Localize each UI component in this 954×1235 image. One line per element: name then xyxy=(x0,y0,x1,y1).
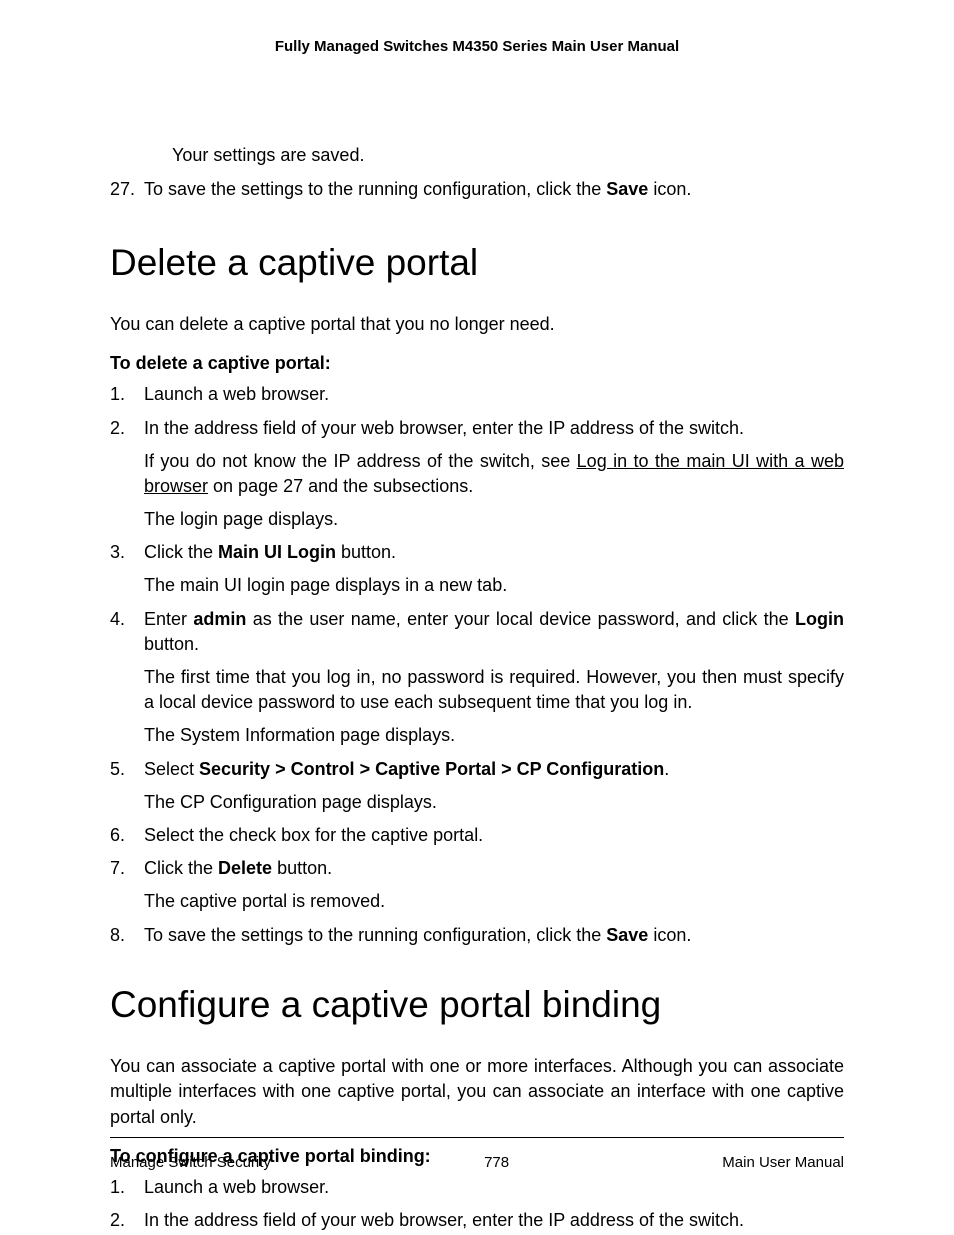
text: icon. xyxy=(648,925,691,945)
text: To save the settings to the running conf… xyxy=(144,925,606,945)
text: on page 27 and the subsections. xyxy=(208,476,473,496)
step-subtext: The CP Configuration page displays. xyxy=(144,790,844,815)
text: If you do not know the IP address of the… xyxy=(144,451,577,471)
step: In the address field of your web browser… xyxy=(110,1208,844,1233)
step-subtext: The System Information page displays. xyxy=(144,723,844,748)
login-bold: Login xyxy=(795,609,844,629)
section1-steps: Launch a web browser. In the address fie… xyxy=(110,382,844,947)
step-subtext: The captive portal is removed. xyxy=(144,889,844,914)
step-number: 27. xyxy=(110,177,144,201)
footer-right: Main User Manual xyxy=(722,1154,844,1171)
page-header-title: Fully Managed Switches M4350 Series Main… xyxy=(110,38,844,55)
section1-intro: You can delete a captive portal that you… xyxy=(110,312,844,337)
step: Launch a web browser. xyxy=(110,382,844,407)
section-heading-configure: Configure a captive portal binding xyxy=(110,984,844,1027)
text: button. xyxy=(144,634,199,654)
text: icon. xyxy=(648,179,691,199)
step-text: Select the check box for the captive por… xyxy=(144,825,483,845)
text: button. xyxy=(336,542,396,562)
text: Click the xyxy=(144,858,218,878)
delete-bold: Delete xyxy=(218,858,272,878)
carryover-step-27: 27. To save the settings to the running … xyxy=(110,177,844,201)
section2-steps: Launch a web browser. In the address fie… xyxy=(110,1175,844,1233)
text: Select xyxy=(144,759,199,779)
step-text: Launch a web browser. xyxy=(144,1177,329,1197)
section2-intro: You can associate a captive portal with … xyxy=(110,1054,844,1130)
admin-bold: admin xyxy=(193,609,246,629)
main-ui-login-bold: Main UI Login xyxy=(218,542,336,562)
page-footer: Manage Switch Security 778 Main User Man… xyxy=(110,1137,844,1171)
step: Click the Main UI Login button. The main… xyxy=(110,540,844,598)
text: Click the xyxy=(144,542,218,562)
step: Click the Delete button. The captive por… xyxy=(110,856,844,914)
step-text: Launch a web browser. xyxy=(144,384,329,404)
step: To save the settings to the running conf… xyxy=(110,923,844,948)
step-text: In the address field of your web browser… xyxy=(144,418,744,438)
text: button. xyxy=(272,858,332,878)
carryover-saved-text: Your settings are saved. xyxy=(172,143,844,167)
text: To save the settings to the running conf… xyxy=(144,179,606,199)
step: Select Security > Control > Captive Port… xyxy=(110,757,844,815)
text: as the user name, enter your local devic… xyxy=(246,609,795,629)
step-subtext: If you do not know the IP address of the… xyxy=(144,449,844,499)
step: Launch a web browser. xyxy=(110,1175,844,1200)
footer-row: Manage Switch Security 778 Main User Man… xyxy=(110,1154,844,1171)
footer-rule xyxy=(110,1137,844,1138)
step: In the address field of your web browser… xyxy=(110,416,844,533)
save-bold: Save xyxy=(606,925,648,945)
section-heading-delete: Delete a captive portal xyxy=(110,242,844,285)
text: Enter xyxy=(144,609,193,629)
step-subtext: The login page displays. xyxy=(144,507,844,532)
step: Select the check box for the captive por… xyxy=(110,823,844,848)
footer-left: Manage Switch Security xyxy=(110,1154,271,1171)
nav-path-bold: Security > Control > Captive Portal > CP… xyxy=(199,759,664,779)
step-text: In the address field of your web browser… xyxy=(144,1210,744,1230)
page: Fully Managed Switches M4350 Series Main… xyxy=(0,0,954,1235)
save-bold: Save xyxy=(606,179,648,199)
step-subtext: The first time that you log in, no passw… xyxy=(144,665,844,715)
section1-subhead: To delete a captive portal: xyxy=(110,353,844,374)
footer-page-number: 778 xyxy=(484,1154,509,1171)
step: Enter admin as the user name, enter your… xyxy=(110,607,844,749)
text: . xyxy=(664,759,669,779)
step-subtext: The main UI login page displays in a new… xyxy=(144,573,844,598)
step-text: To save the settings to the running conf… xyxy=(144,177,844,201)
